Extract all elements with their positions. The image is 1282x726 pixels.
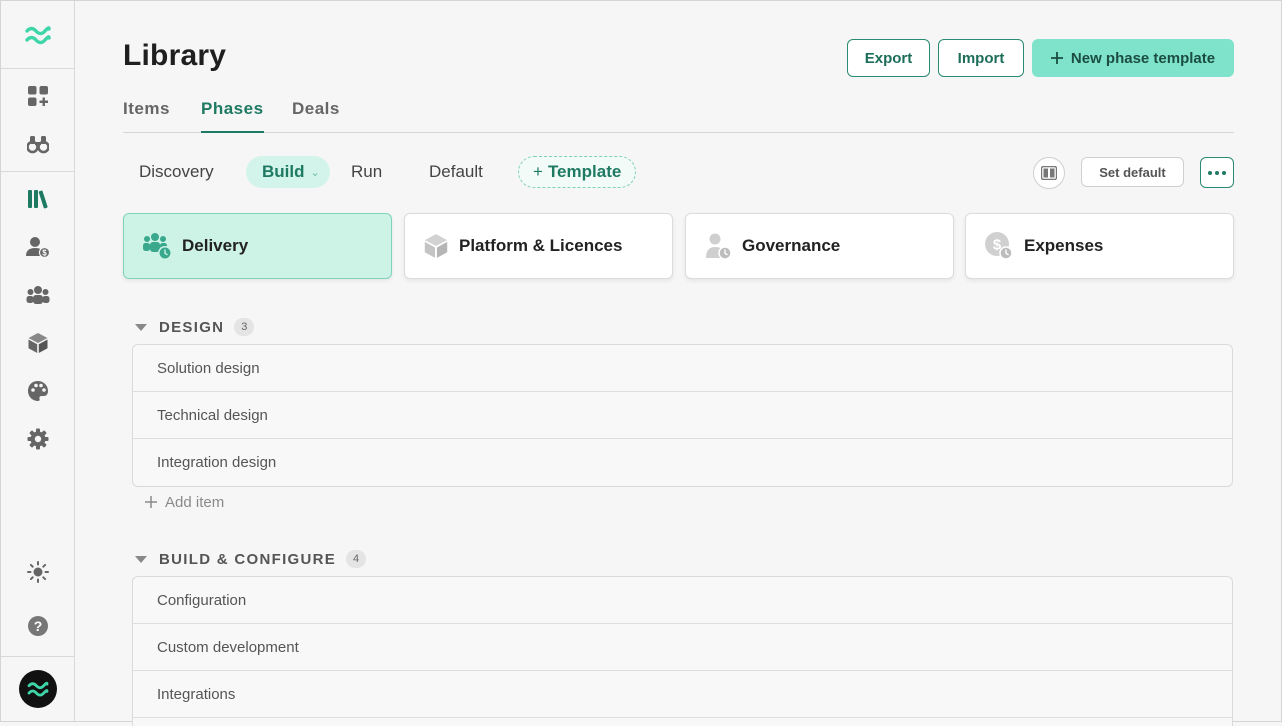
- app-window: $ ? Library Export Import New phase temp…: [0, 0, 1282, 726]
- dashboard-add-icon: [27, 86, 48, 106]
- library-tabs: Items Phases Deals: [123, 97, 1234, 133]
- category-card-label: Delivery: [182, 236, 249, 255]
- phase-tab-default[interactable]: Default: [429, 156, 483, 188]
- category-card-label: Governance: [742, 236, 841, 255]
- theme-toggle[interactable]: [1, 552, 74, 592]
- set-default-button[interactable]: Set default: [1081, 157, 1184, 187]
- sidebar-item-themes[interactable]: [1, 371, 74, 411]
- help-button[interactable]: ?: [1, 606, 74, 646]
- new-phase-template-label: New phase template: [1070, 49, 1216, 67]
- palette-icon: [27, 381, 48, 401]
- app-logo[interactable]: [1, 1, 74, 69]
- sidebar-item-explore[interactable]: [1, 124, 74, 164]
- add-template-button[interactable]: + Template: [518, 156, 637, 188]
- more-options-button[interactable]: [1200, 157, 1234, 188]
- tab-items[interactable]: Items: [123, 99, 170, 133]
- logo-icon: [24, 25, 51, 44]
- section-header-build-configure[interactable]: BUILD & CONFIGURE 4: [135, 549, 367, 569]
- plus-icon: [145, 496, 157, 508]
- svg-text:?: ?: [33, 618, 42, 634]
- sidebar-item-teams[interactable]: [1, 275, 74, 315]
- chevron-down-icon: ⌄: [310, 166, 320, 179]
- more-horizontal-icon: [1208, 170, 1226, 175]
- section-header-design[interactable]: DESIGN 3: [135, 317, 255, 337]
- dollar-clock-icon: $: [985, 232, 1013, 260]
- category-card-platform-licences[interactable]: Platform & Licences: [404, 213, 673, 279]
- library-books-icon: [27, 190, 48, 209]
- sidebar-item-dashboard[interactable]: [1, 76, 74, 116]
- avatar[interactable]: [19, 670, 57, 708]
- plus-icon: [1050, 52, 1063, 64]
- svg-text:$: $: [42, 249, 47, 258]
- sidebar-divider: [1, 171, 74, 172]
- add-template-label: Template: [547, 162, 622, 181]
- list-item[interactable]: Solution design: [133, 345, 1232, 392]
- team-clock-icon: [143, 233, 172, 260]
- list-item[interactable]: Integration design: [133, 439, 1232, 486]
- phase-tab-build-label: Build: [262, 162, 305, 181]
- tab-phases[interactable]: Phases: [201, 99, 264, 133]
- import-button[interactable]: Import: [938, 39, 1024, 77]
- compare-view-button[interactable]: [1033, 157, 1065, 189]
- caret-down-icon: [135, 323, 147, 331]
- add-item-button[interactable]: Add item: [145, 492, 224, 512]
- sidebar-item-settings[interactable]: [1, 419, 74, 459]
- count-badge: 3: [234, 318, 255, 336]
- list-item[interactable]: Technical design: [133, 392, 1232, 439]
- sun-icon: [26, 561, 49, 583]
- page-title: Library: [123, 39, 227, 72]
- box-icon: [424, 234, 448, 258]
- item-list-build-configure: Configuration Custom development Integra…: [132, 576, 1233, 726]
- list-item[interactable]: Custom development: [133, 624, 1232, 671]
- gear-icon: [27, 428, 48, 450]
- user-clock-icon: [706, 233, 732, 260]
- phase-tab-run[interactable]: Run: [351, 156, 382, 188]
- category-card-label: Platform & Licences: [459, 236, 623, 255]
- category-card-delivery[interactable]: Delivery: [123, 213, 392, 279]
- caret-down-icon: [135, 555, 147, 563]
- tab-deals[interactable]: Deals: [292, 99, 340, 133]
- binoculars-icon: [26, 136, 49, 154]
- category-card-governance[interactable]: Governance: [685, 213, 954, 279]
- export-button[interactable]: Export: [847, 39, 930, 77]
- help-icon: ?: [27, 616, 48, 636]
- team-icon: [26, 286, 49, 304]
- list-item[interactable]: Configuration: [133, 577, 1232, 624]
- new-phase-template-button[interactable]: New phase template: [1032, 39, 1234, 77]
- user-dollar-icon: $: [25, 237, 50, 258]
- columns-icon: [1041, 166, 1057, 180]
- sidebar-item-products[interactable]: [1, 323, 74, 363]
- category-card-expenses[interactable]: $ Expenses: [965, 213, 1234, 279]
- logo-icon: [27, 681, 49, 697]
- sidebar-item-library[interactable]: [1, 179, 74, 219]
- sidebar-item-resources[interactable]: $: [1, 227, 74, 267]
- plus-icon: +: [533, 162, 543, 181]
- phase-tab-discovery[interactable]: Discovery: [139, 156, 214, 188]
- item-list-design: Solution design Technical design Integra…: [132, 344, 1233, 487]
- box-icon: [28, 333, 47, 353]
- sidebar-divider: [1, 656, 74, 657]
- section-title: DESIGN: [159, 318, 225, 336]
- category-card-label: Expenses: [1024, 236, 1104, 255]
- add-item-label: Add item: [165, 493, 225, 511]
- phase-tab-build[interactable]: Build ⌄: [246, 156, 330, 188]
- count-badge: 4: [346, 550, 367, 568]
- list-item[interactable]: Integrations: [133, 671, 1232, 718]
- sidebar: $ ?: [1, 1, 75, 721]
- section-title: BUILD & CONFIGURE: [159, 550, 337, 568]
